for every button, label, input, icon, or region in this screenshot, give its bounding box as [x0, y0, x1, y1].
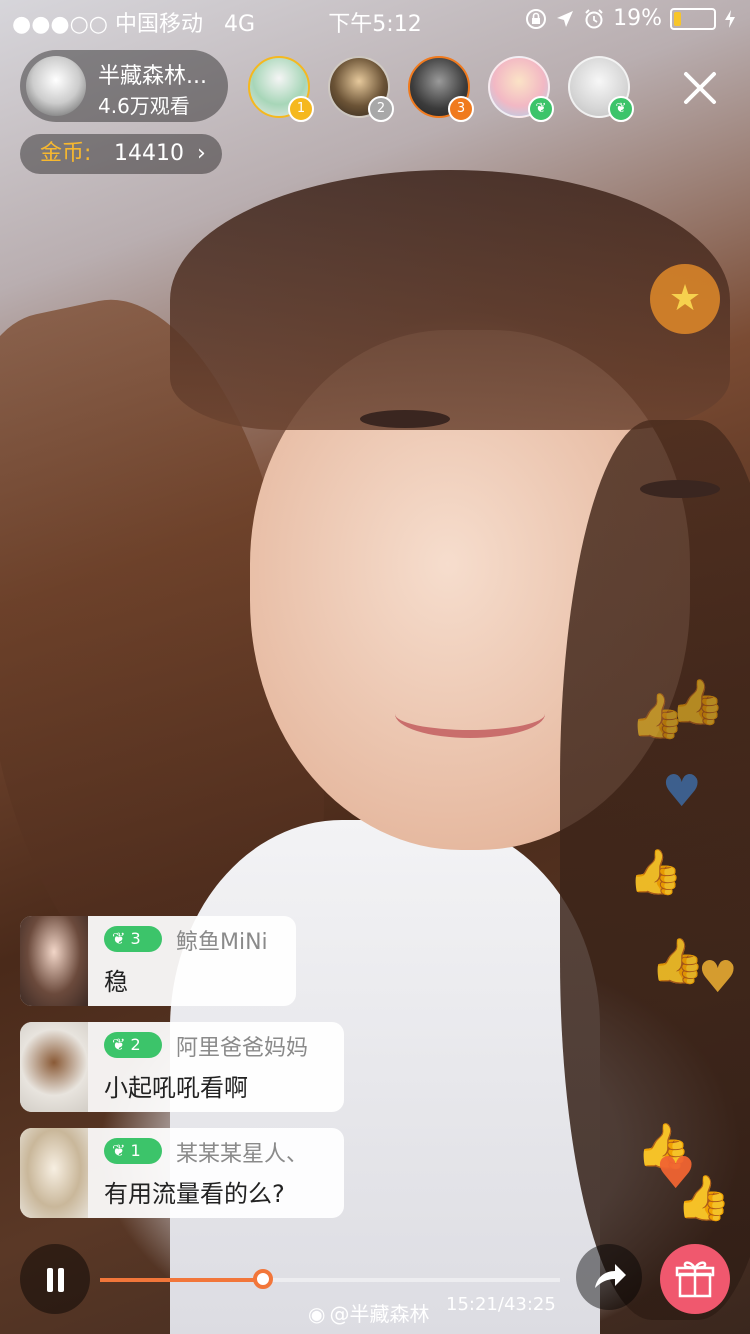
commenter-name[interactable]: 鲸鱼MiNi [176, 924, 268, 956]
rank-badge-2: 2 [368, 96, 394, 122]
comment-text: 小起吼吼看啊 [104, 1074, 248, 1102]
host-avatar[interactable] [26, 56, 86, 116]
coins-pill[interactable]: 金币: 14410 › [20, 134, 222, 174]
leaf-icon: ❦ [112, 929, 131, 948]
video-eye-left [360, 410, 450, 428]
share-arrow-icon [595, 1264, 626, 1288]
thumbs-up-icon: 👍 [670, 677, 725, 728]
video-mouth [395, 690, 545, 738]
user-level-badge: ❦ 1 [104, 1138, 162, 1164]
user-level: 1 [130, 1141, 141, 1160]
charging-bolt-icon [725, 9, 735, 28]
orientation-lock-icon [526, 8, 547, 29]
user-level-badge: ❦ 2 [104, 1032, 162, 1058]
comment-item[interactable]: ❦ 3 鲸鱼MiNi 稳 [20, 916, 296, 1006]
favorite-star-button[interactable]: ★ [650, 264, 720, 334]
share-button[interactable] [576, 1244, 642, 1310]
close-icon[interactable] [680, 68, 720, 108]
commenter-avatar[interactable] [20, 916, 88, 1006]
comment-item[interactable]: ❦ 1 某某某星人、 有用流量看的么? [20, 1128, 344, 1218]
thumbs-up-icon: 👍 [650, 936, 705, 987]
playback-time: 15:21/43:25 [446, 1294, 556, 1315]
status-bar: ●●●○○ 中国移动 4G 下午5:12 19% [0, 0, 750, 40]
commenter-name[interactable]: 阿里爸爸妈妈 [176, 1030, 308, 1062]
gift-icon [675, 1261, 715, 1298]
coins-label: 金币: [40, 141, 92, 166]
weibo-icon: ◉ [308, 1302, 326, 1326]
heart-icon: ♥ [662, 766, 702, 817]
gift-button[interactable] [660, 1244, 730, 1314]
pause-button[interactable] [20, 1244, 90, 1314]
rank-badge-1: 1 [288, 96, 314, 122]
leaf-icon: ❦ [112, 1035, 131, 1054]
level-badge-leaf-icon: ❦ [608, 96, 634, 122]
user-level: 3 [130, 929, 141, 948]
heart-icon: ♥ [698, 952, 738, 1003]
comment-item[interactable]: ❦ 2 阿里爸爸妈妈 小起吼吼看啊 [20, 1022, 344, 1112]
alarm-icon [585, 8, 603, 28]
commenter-name[interactable]: 某某某星人、 [176, 1136, 308, 1168]
thumbs-up-icon: 👍 [676, 1173, 731, 1224]
leaf-icon: ❦ [112, 1141, 131, 1160]
user-level-badge: ❦ 3 [104, 926, 162, 952]
video-hair-top [170, 170, 730, 430]
host-info-pill[interactable]: 半藏森林... 4.6万观看 [20, 50, 228, 122]
commenter-avatar[interactable] [20, 1128, 88, 1218]
level-badge-leaf-icon: ❦ [528, 96, 554, 122]
comment-text: 稳 [104, 968, 128, 996]
progress-knob[interactable] [253, 1269, 273, 1289]
watermark-text: @半藏森林 [329, 1302, 430, 1326]
top-viewer-avatar-4[interactable]: ❦ [488, 56, 554, 122]
battery-level [674, 11, 681, 26]
thumbs-up-icon: 👍 [628, 847, 683, 898]
battery-percent: 19% [613, 6, 662, 31]
chevron-right-icon: › [197, 141, 206, 166]
status-right: 19% [525, 6, 736, 31]
commenter-avatar[interactable] [20, 1022, 88, 1112]
top-viewer-avatar-3[interactable]: 3 [408, 56, 474, 122]
host-name: 半藏森林... [98, 64, 207, 89]
user-level: 2 [130, 1035, 141, 1054]
star-icon: ★ [668, 278, 702, 319]
coins-amount: 14410 [114, 141, 184, 166]
progress-fill [100, 1278, 263, 1282]
top-viewer-avatar-2[interactable]: 2 [328, 56, 394, 122]
location-arrow-icon [557, 10, 574, 27]
battery-icon [670, 7, 716, 30]
video-eye-right [640, 480, 720, 498]
top-viewer-avatar-1[interactable]: 1 [248, 56, 314, 122]
weibo-watermark: ◉ @半藏森林 [308, 1298, 429, 1327]
top-viewer-avatar-5[interactable]: ❦ [568, 56, 634, 122]
progress-slider[interactable] [100, 1269, 560, 1289]
rank-badge-3: 3 [448, 96, 474, 122]
coins-value: 14410 › [114, 134, 206, 174]
comment-text: 有用流量看的么? [104, 1180, 285, 1208]
host-view-count: 4.6万观看 [98, 94, 190, 118]
